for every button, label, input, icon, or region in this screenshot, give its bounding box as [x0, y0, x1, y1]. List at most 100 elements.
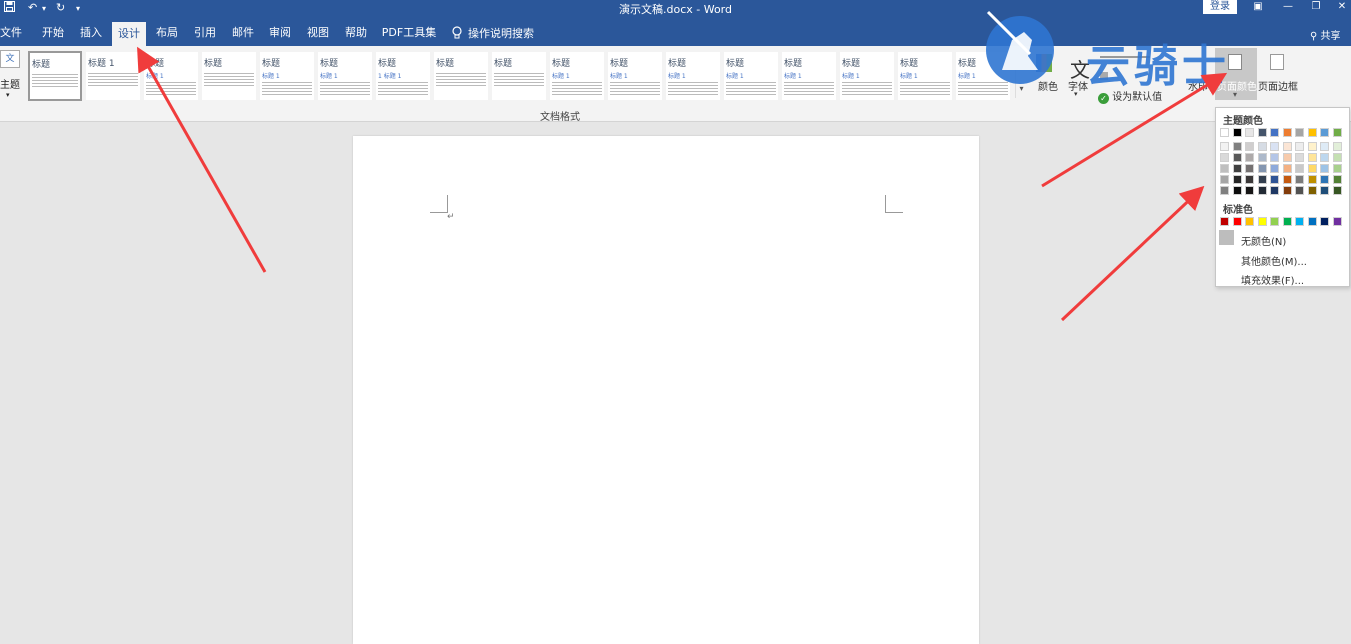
color-swatch[interactable] [1270, 164, 1279, 173]
color-swatch[interactable] [1282, 142, 1292, 151]
share-button[interactable]: ⚲ 共享 [1310, 27, 1341, 42]
color-swatch[interactable] [1245, 128, 1254, 137]
tab-view[interactable]: 视图 [303, 23, 333, 43]
color-swatch[interactable] [1232, 164, 1242, 173]
color-swatch[interactable] [1282, 128, 1292, 137]
color-swatch[interactable] [1257, 164, 1267, 173]
fill-effects-option[interactable]: 填充效果(F)... [1241, 272, 1304, 287]
color-swatch[interactable] [1320, 142, 1329, 151]
color-swatch[interactable] [1257, 153, 1267, 162]
color-swatch[interactable] [1232, 128, 1242, 137]
minimize-icon[interactable]: — [1276, 0, 1300, 16]
color-swatch[interactable] [1232, 217, 1242, 226]
color-swatch[interactable] [1220, 186, 1229, 195]
color-swatch[interactable] [1332, 175, 1342, 184]
style-set-thumbnail[interactable]: 标题 1 [86, 52, 140, 100]
color-swatch[interactable] [1332, 142, 1342, 151]
close-icon[interactable]: ✕ [1330, 0, 1351, 16]
color-swatch[interactable] [1307, 153, 1317, 162]
color-swatch[interactable] [1295, 186, 1304, 195]
color-swatch[interactable] [1270, 175, 1279, 184]
color-swatch[interactable] [1220, 175, 1229, 184]
page-borders-icon[interactable] [1270, 54, 1284, 70]
tab-mailings[interactable]: 邮件 [228, 23, 258, 43]
color-swatch[interactable] [1245, 186, 1254, 195]
color-swatch[interactable] [1257, 128, 1267, 137]
color-swatch[interactable] [1320, 164, 1329, 173]
color-swatch[interactable] [1295, 217, 1304, 226]
color-swatch[interactable] [1245, 164, 1254, 173]
style-set-thumbnail[interactable]: 标题 标题 1 [144, 52, 198, 100]
style-set-thumbnail[interactable]: 标题 标题 1 [782, 52, 836, 100]
color-swatch[interactable] [1232, 186, 1242, 195]
color-swatch[interactable] [1320, 186, 1329, 195]
tab-references[interactable]: 引用 [190, 23, 220, 43]
color-swatch[interactable] [1295, 128, 1304, 137]
style-set-thumbnail[interactable]: 标题 标题 1 [840, 52, 894, 100]
color-swatch[interactable] [1295, 164, 1304, 173]
color-swatch[interactable] [1282, 153, 1292, 162]
color-swatch[interactable] [1270, 153, 1279, 162]
color-swatch[interactable] [1307, 142, 1317, 151]
color-swatch[interactable] [1257, 175, 1267, 184]
style-set-thumbnail[interactable]: 标题 标题 1 [724, 52, 778, 100]
color-swatch[interactable] [1257, 186, 1267, 195]
color-swatch[interactable] [1282, 175, 1292, 184]
color-swatch[interactable] [1332, 164, 1342, 173]
color-swatch[interactable] [1307, 164, 1317, 173]
tab-help[interactable]: 帮助 [341, 23, 371, 43]
color-swatch[interactable] [1320, 128, 1329, 137]
restore-icon[interactable]: ❐ [1304, 0, 1328, 16]
style-set-thumbnail[interactable]: 标题 标题 1 [666, 52, 720, 100]
color-swatch[interactable] [1245, 217, 1254, 226]
color-swatch[interactable] [1245, 153, 1254, 162]
color-swatch[interactable] [1232, 142, 1242, 151]
color-swatch[interactable] [1220, 153, 1229, 162]
color-swatch[interactable] [1270, 186, 1279, 195]
color-swatch[interactable] [1332, 153, 1342, 162]
style-set-thumbnail[interactable]: 标题 标题 1 [898, 52, 952, 100]
color-swatch[interactable] [1245, 142, 1254, 151]
color-swatch[interactable] [1257, 217, 1267, 226]
color-swatch[interactable] [1320, 153, 1329, 162]
document-page[interactable]: ↵ [353, 136, 979, 644]
color-swatch[interactable] [1295, 142, 1304, 151]
style-set-thumbnail[interactable]: 标题 标题 1 [550, 52, 604, 100]
color-swatch[interactable] [1307, 128, 1317, 137]
color-swatch[interactable] [1332, 217, 1342, 226]
style-set-thumbnail[interactable]: 标题 标题 1 [608, 52, 662, 100]
tab-home[interactable]: 开始 [38, 23, 68, 43]
color-swatch[interactable] [1270, 217, 1279, 226]
color-swatch[interactable] [1307, 217, 1317, 226]
more-colors-option[interactable]: 其他颜色(M)... [1241, 253, 1307, 268]
style-set-thumbnail[interactable]: 标题 [202, 52, 256, 100]
color-swatch[interactable] [1232, 175, 1242, 184]
style-set-thumbnail[interactable]: 标题 [28, 51, 82, 101]
color-swatch[interactable] [1220, 217, 1229, 226]
style-set-thumbnail[interactable]: 标题 1 标题 1 [376, 52, 430, 100]
color-swatch[interactable] [1232, 153, 1242, 162]
color-swatch[interactable] [1332, 186, 1342, 195]
color-swatch[interactable] [1220, 164, 1229, 173]
style-set-thumbnail[interactable]: 标题 [434, 52, 488, 100]
tell-me-search[interactable]: 操作说明搜索 [452, 25, 534, 41]
color-swatch[interactable] [1270, 128, 1279, 137]
color-swatch[interactable] [1282, 164, 1292, 173]
color-swatch[interactable] [1320, 217, 1329, 226]
fonts-dropdown-icon[interactable]: ▾ [1074, 90, 1078, 98]
tab-review[interactable]: 审阅 [265, 23, 295, 43]
color-swatch[interactable] [1307, 175, 1317, 184]
color-swatch[interactable] [1320, 175, 1329, 184]
color-swatch[interactable] [1282, 186, 1292, 195]
color-swatch[interactable] [1295, 153, 1304, 162]
color-swatch[interactable] [1245, 175, 1254, 184]
style-set-thumbnail[interactable]: 标题 标题 1 [260, 52, 314, 100]
no-color-option[interactable]: 无颜色(N) [1241, 233, 1286, 248]
tab-pdf-tools[interactable]: PDF工具集 [380, 23, 438, 43]
color-swatch[interactable] [1220, 142, 1229, 151]
style-set-thumbnail[interactable]: 标题 标题 1 [318, 52, 372, 100]
color-swatch[interactable] [1257, 142, 1267, 151]
tab-design[interactable]: 设计 [112, 22, 146, 46]
color-swatch[interactable] [1295, 175, 1304, 184]
style-set-thumbnail[interactable]: 标题 [492, 52, 546, 100]
